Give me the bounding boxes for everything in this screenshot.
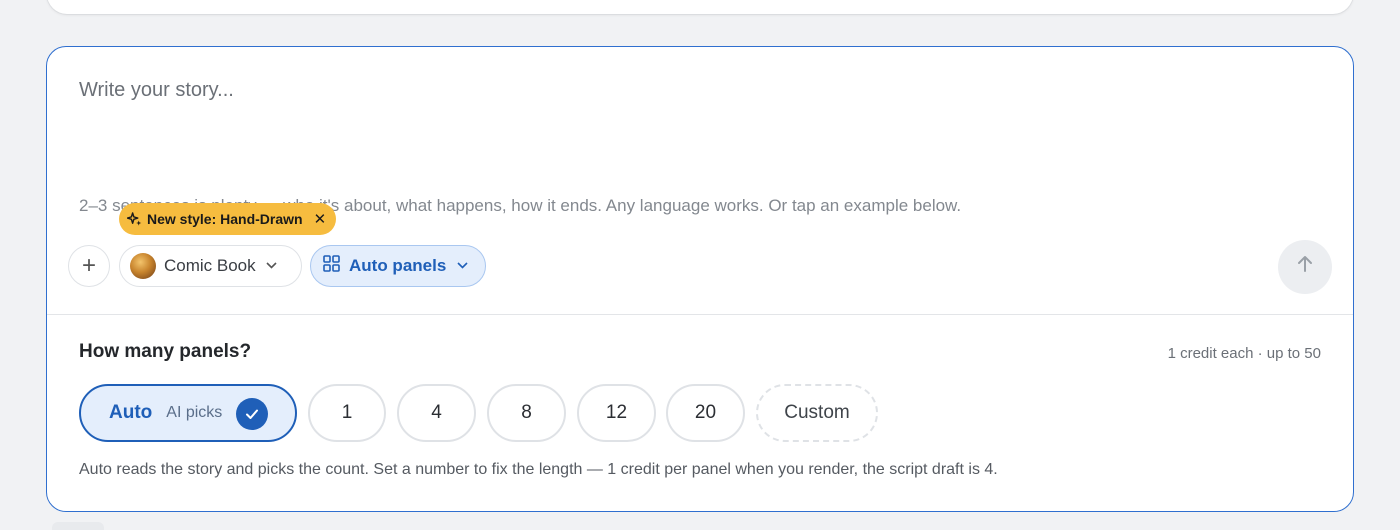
story-composer: Write your story... 2–3 sentences is ple… <box>46 46 1354 512</box>
panel-option-12[interactable]: 12 <box>577 384 656 442</box>
auto-option-label: Auto <box>109 402 153 423</box>
panels-section-title: How many panels? <box>79 341 252 362</box>
add-button[interactable]: + <box>68 245 110 287</box>
previous-card <box>47 0 1353 14</box>
credits-info: 1 credit each · up to 50 <box>1167 345 1321 362</box>
check-icon <box>236 398 268 430</box>
send-button[interactable] <box>1278 240 1332 294</box>
story-input[interactable]: Write your story... <box>79 79 234 102</box>
panel-option-4[interactable]: 4 <box>397 384 476 442</box>
panel-option-auto[interactable]: Auto AI picks <box>79 384 297 442</box>
style-selector-button[interactable]: Comic Book <box>119 245 302 287</box>
panels-selector-label: Auto panels <box>349 256 447 275</box>
panel-option-custom[interactable]: Custom <box>756 384 878 442</box>
panel-option-8[interactable]: 8 <box>487 384 566 442</box>
chevron-down-icon <box>457 260 468 272</box>
panel-option-1[interactable]: 1 <box>308 384 386 442</box>
auto-option-sublabel: AI picks <box>166 404 223 421</box>
bottom-element <box>52 522 104 530</box>
plus-icon: + <box>81 252 96 279</box>
arrow-up-icon <box>1295 254 1315 280</box>
new-style-label: New style: Hand-Drawn <box>147 211 303 227</box>
chevron-down-icon <box>266 260 277 272</box>
panel-option-20[interactable]: 20 <box>666 384 745 442</box>
panels-description: Auto reads the story and picks the count… <box>79 461 998 478</box>
grid-icon <box>323 255 340 277</box>
section-divider <box>47 314 1353 315</box>
panels-selector-button[interactable]: Auto panels <box>310 245 486 287</box>
style-label: Comic Book <box>164 256 256 275</box>
new-style-badge[interactable]: New style: Hand-Drawn ✕ <box>119 203 337 235</box>
close-icon[interactable]: ✕ <box>314 212 327 227</box>
comic-style-thumbnail <box>130 253 156 279</box>
sparkle-icon <box>127 211 142 227</box>
